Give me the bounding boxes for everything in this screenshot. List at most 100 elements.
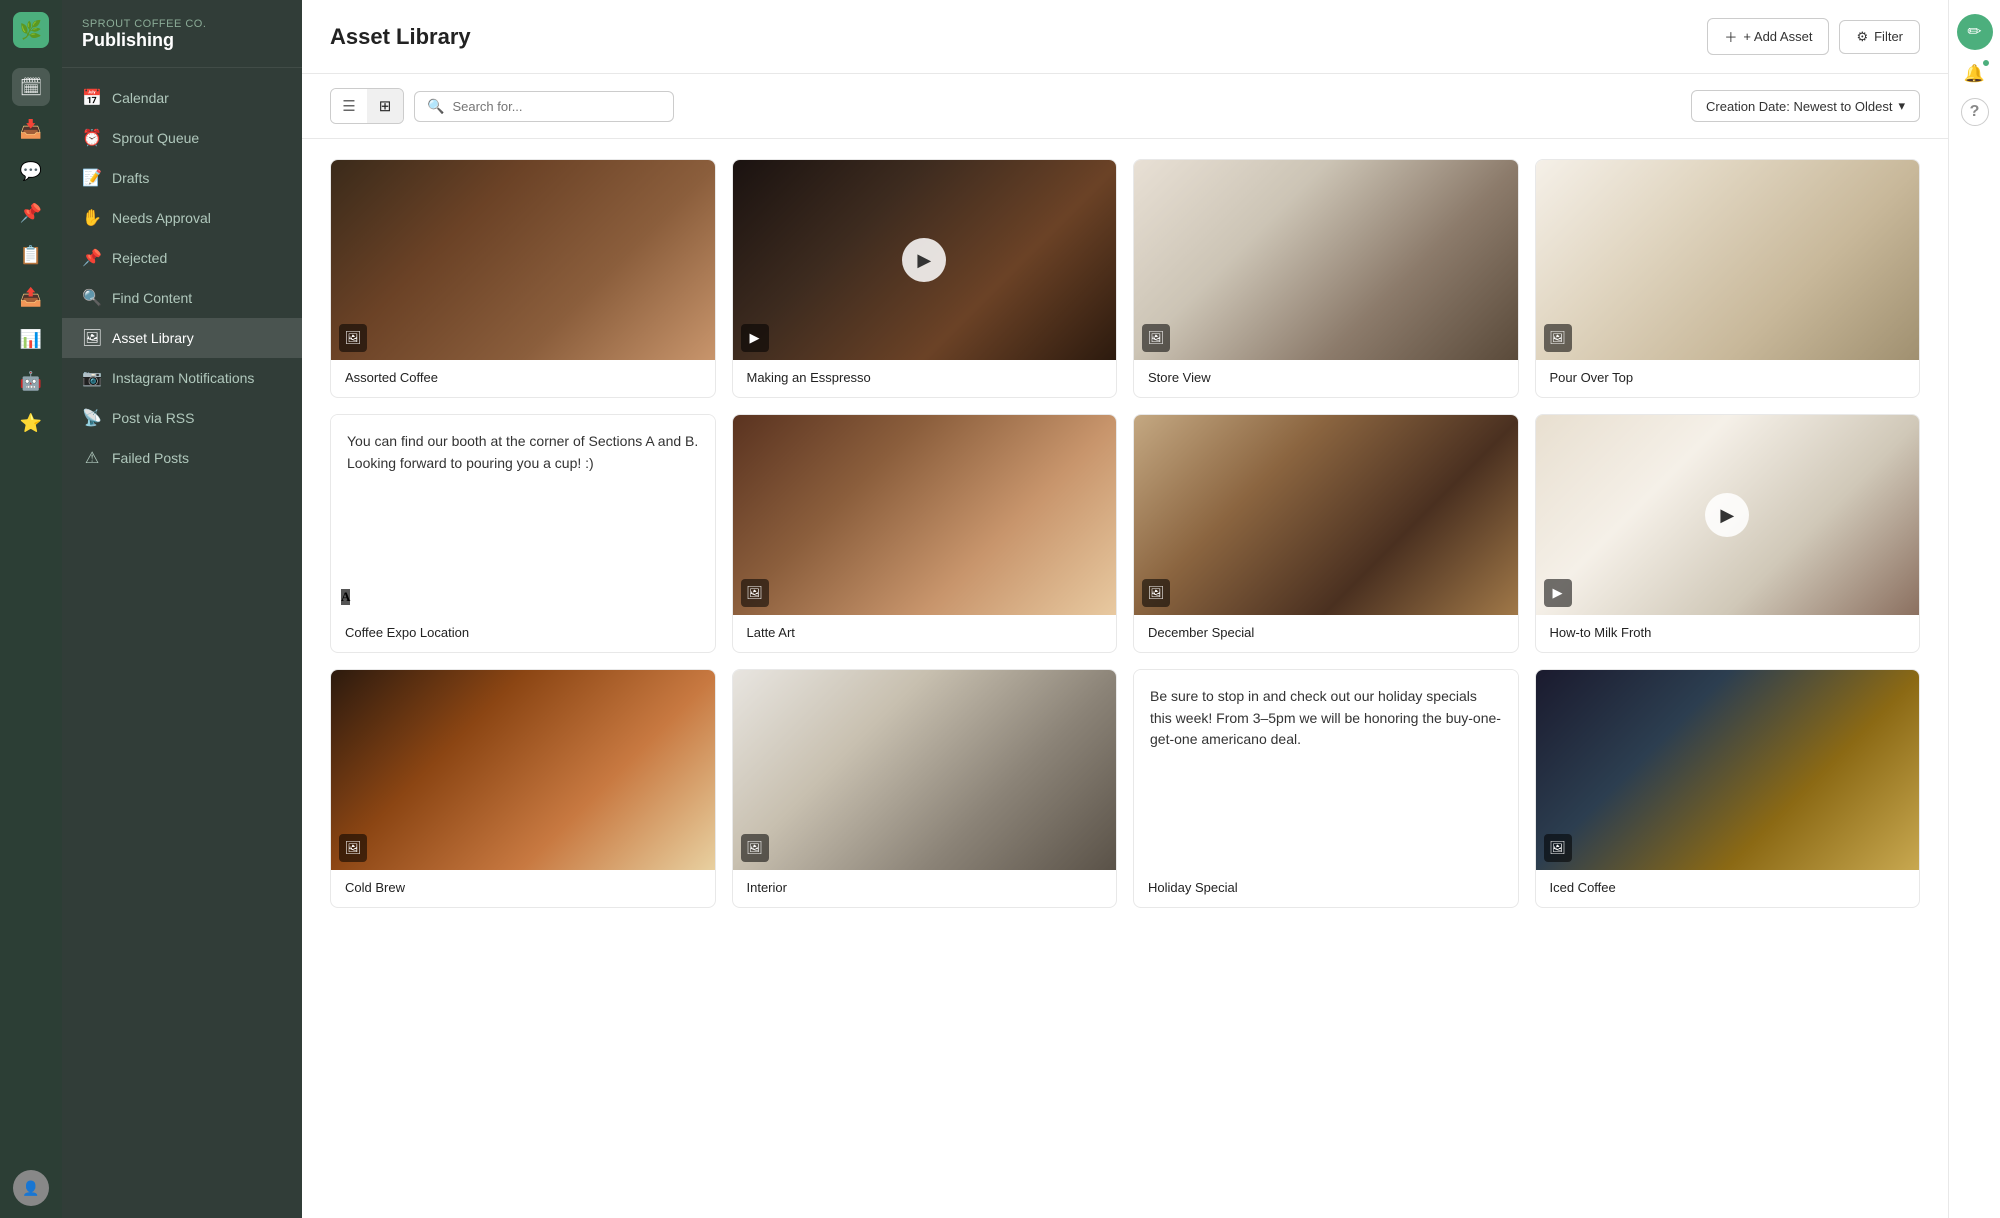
- asset-thumb-2: ▶ ▶: [733, 160, 1117, 360]
- sidebar-item-instagram[interactable]: 📷 Instagram Notifications: [62, 358, 302, 398]
- company-name: Sprout Coffee Co.: [82, 18, 282, 30]
- asset-title-7: December Special: [1134, 615, 1518, 652]
- asset-card-4[interactable]: 🖼 Pour Over Top: [1535, 159, 1921, 398]
- main-area: Asset Library ＋ + Add Asset ⚙ Filter ☰ ⊞…: [302, 0, 1948, 1218]
- asset-title-10: Interior: [733, 870, 1117, 907]
- asset-title-5: Coffee Expo Location: [331, 615, 715, 652]
- asset-thumb-7: 🖼: [1134, 415, 1518, 615]
- help-button[interactable]: ?: [1961, 98, 1989, 126]
- sidebar-item-find-content[interactable]: 🔍 Find Content: [62, 278, 302, 318]
- sidebar-item-asset-library[interactable]: 🖼 Asset Library: [62, 318, 302, 358]
- image-type-icon-6: 🖼: [741, 579, 769, 607]
- rss-icon: 📡: [82, 408, 102, 428]
- image-type-icon: 🖼: [339, 324, 367, 352]
- asset-card-8[interactable]: ▶ ▶ How-to Milk Froth: [1535, 414, 1921, 653]
- text-content-11: Be sure to stop in and check out our hol…: [1150, 686, 1502, 751]
- page-title: Asset Library: [330, 24, 471, 50]
- search-icon: 🔍: [427, 98, 444, 115]
- video-type-icon-8: ▶: [1544, 579, 1572, 607]
- chevron-down-icon: ▾: [1898, 98, 1905, 114]
- sidebar-nav: 📅 Calendar ⏰ Sprout Queue 📝 Drafts ✋ Nee…: [62, 68, 302, 488]
- nav-icon-list[interactable]: 📋: [12, 236, 50, 274]
- approval-icon: ✋: [82, 208, 102, 228]
- sidebar-item-calendar[interactable]: 📅 Calendar: [62, 78, 302, 118]
- text-thumb-11: Be sure to stop in and check out our hol…: [1134, 670, 1518, 870]
- image-type-icon-4: 🖼: [1544, 324, 1572, 352]
- sidebar-label-rejected: Rejected: [112, 250, 167, 266]
- asset-card-5[interactable]: You can find our booth at the corner of …: [330, 414, 716, 653]
- asset-card-10[interactable]: 🖼 Interior: [732, 669, 1118, 908]
- sidebar-label-drafts: Drafts: [112, 170, 149, 186]
- asset-thumb-1: 🖼: [331, 160, 715, 360]
- nav-icon-analytics[interactable]: 📊: [12, 320, 50, 358]
- asset-thumb-10: 🖼: [733, 670, 1117, 870]
- sort-dropdown[interactable]: Creation Date: Newest to Oldest ▾: [1691, 90, 1920, 122]
- asset-thumb-12: 🖼: [1536, 670, 1920, 870]
- asset-title-8: How-to Milk Froth: [1536, 615, 1920, 652]
- asset-card-3[interactable]: 🖼 Store View: [1133, 159, 1519, 398]
- asset-title-4: Pour Over Top: [1536, 360, 1920, 397]
- sidebar-item-sprout-queue[interactable]: ⏰ Sprout Queue: [62, 118, 302, 158]
- search-input[interactable]: [452, 99, 661, 114]
- play-icon: ▶: [902, 238, 946, 282]
- main-header: Asset Library ＋ + Add Asset ⚙ Filter: [302, 0, 1948, 74]
- sidebar-item-drafts[interactable]: 📝 Drafts: [62, 158, 302, 198]
- filter-icon: ⚙: [1856, 29, 1868, 45]
- right-rail: ✏ 🔔 ?: [1948, 0, 2000, 1218]
- asset-title-12: Iced Coffee: [1536, 870, 1920, 907]
- user-avatar[interactable]: 👤: [13, 1170, 49, 1206]
- instagram-icon: 📷: [82, 368, 102, 388]
- asset-card-2[interactable]: ▶ ▶ Making an Esspresso: [732, 159, 1118, 398]
- image-type-icon-3: 🖼: [1142, 324, 1170, 352]
- sidebar-item-rejected[interactable]: 📌 Rejected: [62, 238, 302, 278]
- asset-card-7[interactable]: 🖼 December Special: [1133, 414, 1519, 653]
- grid-view-button[interactable]: ⊞: [367, 89, 403, 123]
- nav-icon-pin[interactable]: 📌: [12, 194, 50, 232]
- asset-card-12[interactable]: 🖼 Iced Coffee: [1535, 669, 1921, 908]
- asset-card-1[interactable]: 🖼 Assorted Coffee: [330, 159, 716, 398]
- failed-icon: ⚠: [82, 448, 102, 468]
- sidebar-item-failed-posts[interactable]: ⚠ Failed Posts: [62, 438, 302, 478]
- sidebar: Sprout Coffee Co. Publishing 📅 Calendar …: [62, 0, 302, 1218]
- add-asset-button[interactable]: ＋ + Add Asset: [1707, 18, 1829, 55]
- app-logo[interactable]: 🌿: [13, 12, 49, 48]
- add-asset-label: + Add Asset: [1743, 29, 1812, 44]
- notification-bell-button[interactable]: 🔔: [1957, 56, 1993, 92]
- asset-thumb-9: 🖼: [331, 670, 715, 870]
- sidebar-label-instagram: Instagram Notifications: [112, 370, 254, 386]
- asset-title-1: Assorted Coffee: [331, 360, 715, 397]
- asset-card-6[interactable]: 🖼 Latte Art: [732, 414, 1118, 653]
- asset-thumb-3: 🖼: [1134, 160, 1518, 360]
- sidebar-header: Sprout Coffee Co. Publishing: [62, 0, 302, 68]
- play-icon-8: ▶: [1705, 493, 1749, 537]
- header-actions: ＋ + Add Asset ⚙ Filter: [1707, 18, 1920, 55]
- sort-label: Creation Date: Newest to Oldest: [1706, 99, 1892, 114]
- sidebar-label-find: Find Content: [112, 290, 192, 306]
- queue-icon: ⏰: [82, 128, 102, 148]
- notification-badge: [1981, 58, 1991, 68]
- sidebar-item-rss[interactable]: 📡 Post via RSS: [62, 398, 302, 438]
- icon-rail: 🌿 🗓 📥 💬 📌 📋 📤 📊 🤖 ⭐ 👤: [0, 0, 62, 1218]
- sidebar-label-calendar: Calendar: [112, 90, 169, 106]
- filter-button[interactable]: ⚙ Filter: [1839, 20, 1920, 54]
- asset-thumb-8: ▶ ▶: [1536, 415, 1920, 615]
- edit-button[interactable]: ✏: [1957, 14, 1993, 50]
- drafts-icon: 📝: [82, 168, 102, 188]
- list-view-button[interactable]: ☰: [331, 89, 367, 123]
- sidebar-item-needs-approval[interactable]: ✋ Needs Approval: [62, 198, 302, 238]
- plus-icon: ＋: [1724, 27, 1737, 46]
- nav-icon-inbox[interactable]: 📥: [12, 110, 50, 148]
- asset-grid: 🖼 Assorted Coffee ▶ ▶ Making an Esspress…: [330, 159, 1920, 908]
- text-thumb-5: You can find our booth at the corner of …: [331, 415, 715, 615]
- nav-icon-bot[interactable]: 🤖: [12, 362, 50, 400]
- nav-icon-star[interactable]: ⭐: [12, 404, 50, 442]
- asset-card-9[interactable]: 🖼 Cold Brew: [330, 669, 716, 908]
- nav-icon-send[interactable]: 📤: [12, 278, 50, 316]
- calendar-icon: 📅: [82, 88, 102, 108]
- nav-icon-engage[interactable]: 💬: [12, 152, 50, 190]
- content-area: 🖼 Assorted Coffee ▶ ▶ Making an Esspress…: [302, 139, 1948, 1218]
- image-type-icon-12: 🖼: [1544, 834, 1572, 862]
- asset-card-11[interactable]: Be sure to stop in and check out our hol…: [1133, 669, 1519, 908]
- nav-icon-publishing[interactable]: 🗓: [12, 68, 50, 106]
- image-type-icon-10: 🖼: [741, 834, 769, 862]
